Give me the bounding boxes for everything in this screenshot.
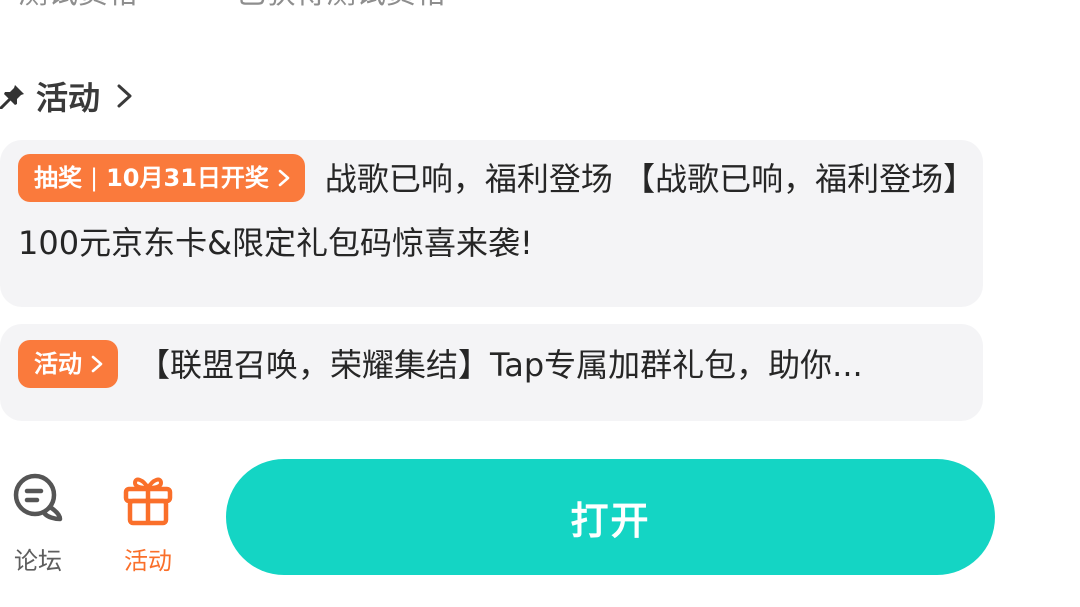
tag-date: 10月31日开奖 [106,164,269,192]
tag-separator: | [90,164,99,192]
nav-activity[interactable]: 活动 [108,469,188,576]
activity-card[interactable]: 抽奖 | 10月31日开奖 战歌已响，福利登场 【战歌已响，福利登场】100元京… [0,140,983,307]
tag-label: 活动 [34,350,82,378]
gift-icon [123,477,173,526]
pin-icon [0,85,24,109]
activity-section-header[interactable]: 活动 [0,72,136,120]
chat-bubble-icon [13,473,63,522]
top-partial-left-text: 测试资格 [18,0,138,12]
open-button[interactable]: 打开 [226,459,995,575]
top-partial-row: 测试资格 已获得测试资格 [0,0,1080,12]
lottery-tag[interactable]: 抽奖 | 10月31日开奖 [18,154,305,202]
top-partial-right-text: 已获得测试资格 [236,0,446,12]
app-screen: 测试资格 已获得测试资格 活动 抽奖 | 10月31日开奖 战歌已响，福利登场 … [0,0,1080,607]
activity-tag[interactable]: 活动 [18,340,118,388]
bottom-action-bar: 论坛 活动 打开 [0,455,1080,585]
activity-card[interactable]: 活动 【联盟召唤，荣耀集结】Tap专属加群礼包，助你... [0,324,983,421]
chevron-right-icon [91,355,103,373]
tag-label: 抽奖 [34,164,82,192]
section-title: 活动 [36,79,101,117]
nav-activity-label: 活动 [124,547,172,575]
chevron-right-icon [278,169,290,187]
chevron-right-icon [117,84,132,108]
nav-forum-label: 论坛 [14,547,62,575]
nav-forum[interactable]: 论坛 [0,469,78,576]
card-text: 【联盟召唤，荣耀集结】Tap专属加群礼包，助你... [138,346,863,384]
open-button-label: 打开 [570,498,651,543]
